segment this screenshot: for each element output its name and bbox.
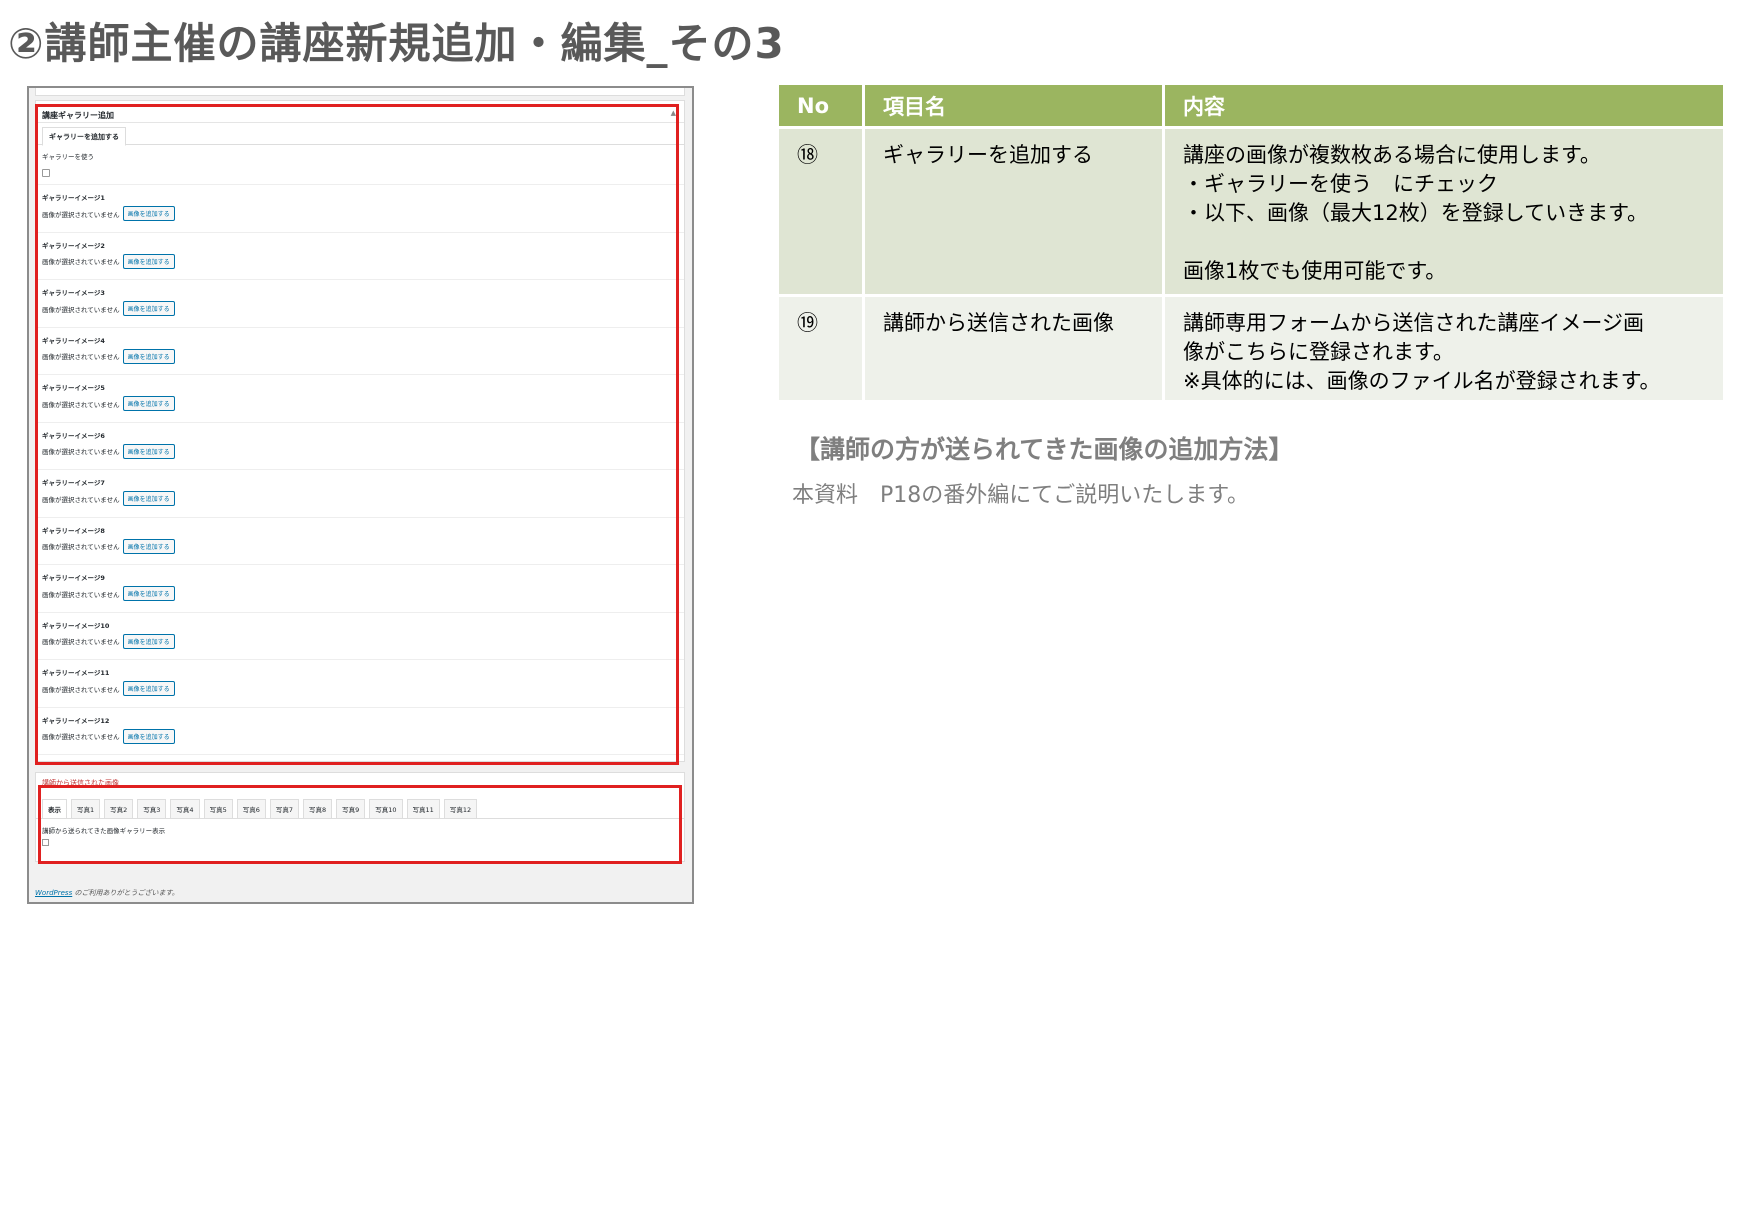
header-content: 内容 [1162, 82, 1726, 129]
row-content: 講師専用フォームから送信された講座イメージ画 像がこちらに登録されます。 ※具体… [1162, 294, 1726, 403]
content-line: ・以下、画像（最大12枚）を登録していきます。 [1183, 201, 1648, 225]
row-no: ⑱ [776, 126, 865, 297]
header-item: 項目名 [862, 82, 1165, 129]
content-line: ※具体的には、画像のファイル名が登録されます。 [1183, 369, 1661, 393]
table-header-row: No 項目名 内容 [776, 82, 1726, 129]
highlight-box-18 [35, 104, 679, 765]
row-item: 講師から送信された画像 [862, 294, 1165, 403]
content-gap [1183, 228, 1713, 257]
content-line: 画像1枚でも使用可能です。 [1183, 259, 1447, 283]
row-item: ギャラリーを追加する [862, 126, 1165, 297]
howto-text: 本資料 P18の番外編にてご説明いたします。 [792, 483, 1250, 508]
content-line: 講師専用フォームから送信された講座イメージ画 [1183, 311, 1644, 335]
top-panel-edge [35, 88, 685, 96]
table-row: ⑲ 講師から送信された画像 講師専用フォームから送信された講座イメージ画 像がこ… [776, 294, 1726, 403]
content-line: ・ギャラリーを使う にチェック [1183, 172, 1498, 196]
item-table: No 項目名 内容 ⑱ ギャラリーを追加する 講座の画像が複数枚ある場合に使用し… [776, 82, 1726, 403]
footer-text: のご利用ありがとうございます。 [72, 889, 179, 897]
header-no: No [776, 82, 865, 129]
content-line: 像がこちらに登録されます。 [1183, 340, 1454, 364]
row-no: ⑲ [776, 294, 865, 403]
howto-heading: 【講師の方が送られてきた画像の追加方法】 [795, 435, 1294, 464]
admin-footer: WordPress のご利用ありがとうございます。 [35, 888, 179, 898]
highlight-box-19 [38, 785, 682, 864]
wordpress-link[interactable]: WordPress [35, 889, 72, 897]
table-row: ⑱ ギャラリーを追加する 講座の画像が複数枚ある場合に使用します。 ・ギャラリー… [776, 126, 1726, 297]
page-title: ②講師主催の講座新規追加・編集_その3 [8, 19, 785, 68]
row-content: 講座の画像が複数枚ある場合に使用します。 ・ギャラリーを使う にチェック ・以下… [1162, 126, 1726, 297]
content-line: 講座の画像が複数枚ある場合に使用します。 [1183, 143, 1601, 167]
